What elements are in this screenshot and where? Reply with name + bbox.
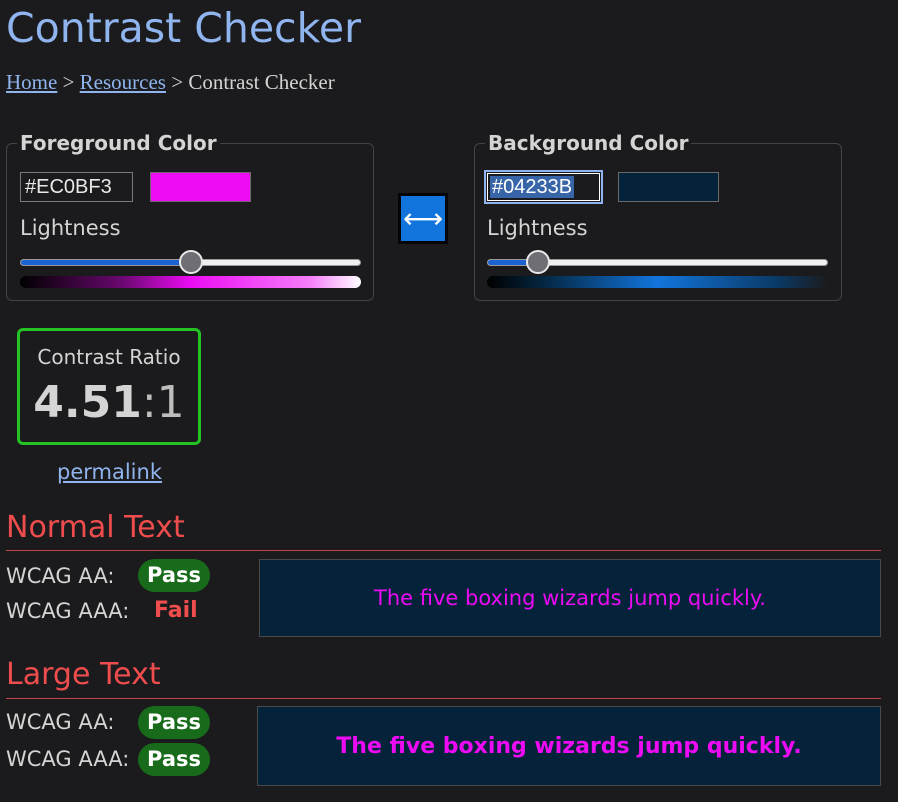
large-aaa-status-badge: Pass bbox=[138, 743, 210, 776]
large-aaa-label: WCAG AAA: bbox=[6, 747, 130, 771]
page-title: Contrast Checker bbox=[6, 4, 361, 52]
foreground-slider-fill bbox=[21, 260, 192, 265]
contrast-ratio-suffix: :1 bbox=[141, 377, 185, 428]
swap-colors-button[interactable]: ⟷ bbox=[398, 193, 448, 244]
normal-aa-status-badge: Pass bbox=[138, 559, 210, 592]
permalink-link[interactable]: permalink bbox=[57, 460, 162, 484]
swap-arrows-icon: ⟷ bbox=[402, 202, 444, 235]
normal-aaa-label: WCAG AAA: bbox=[6, 599, 130, 623]
normal-aaa-status-badge: Fail bbox=[154, 598, 198, 623]
breadcrumb-resources-link[interactable]: Resources bbox=[80, 70, 166, 94]
breadcrumb-separator: > bbox=[171, 70, 184, 94]
normal-text-heading: Normal Text bbox=[6, 510, 185, 545]
foreground-hex-input[interactable]: #EC0BF3 bbox=[20, 172, 133, 202]
foreground-lightness-gradient bbox=[20, 276, 361, 288]
large-text-sample: The five boxing wizards jump quickly. bbox=[336, 733, 802, 759]
background-hex-value: #04233B bbox=[490, 176, 575, 198]
breadcrumb-home-link[interactable]: Home bbox=[6, 70, 57, 94]
breadcrumb-separator: > bbox=[62, 70, 75, 94]
large-text-divider bbox=[6, 698, 881, 699]
breadcrumb-current: Contrast Checker bbox=[188, 70, 335, 94]
contrast-ratio-label: Contrast Ratio bbox=[37, 345, 181, 369]
normal-aa-label: WCAG AA: bbox=[6, 564, 115, 588]
normal-text-divider bbox=[6, 550, 881, 551]
foreground-hex-value: #EC0BF3 bbox=[25, 176, 112, 198]
background-lightness-label: Lightness bbox=[487, 216, 588, 240]
large-text-heading: Large Text bbox=[6, 657, 161, 692]
foreground-lightness-label: Lightness bbox=[20, 216, 121, 240]
background-legend: Background Color bbox=[488, 131, 689, 155]
foreground-color-swatch[interactable] bbox=[150, 172, 251, 202]
contrast-ratio-value: 4.51:1 bbox=[20, 377, 198, 428]
background-hex-input[interactable]: #04233B bbox=[484, 170, 603, 204]
large-aa-status-badge: Pass bbox=[138, 706, 210, 739]
normal-text-sample: The five boxing wizards jump quickly. bbox=[374, 586, 766, 610]
contrast-ratio-number: 4.51 bbox=[33, 377, 142, 428]
normal-text-preview: The five boxing wizards jump quickly. bbox=[259, 559, 881, 637]
foreground-slider-thumb[interactable] bbox=[178, 250, 203, 274]
background-lightness-gradient bbox=[487, 276, 828, 288]
contrast-ratio-box: Contrast Ratio 4.51:1 bbox=[17, 328, 201, 445]
background-color-swatch[interactable] bbox=[618, 172, 719, 202]
foreground-legend: Foreground Color bbox=[20, 131, 217, 155]
background-slider-thumb[interactable] bbox=[526, 250, 551, 274]
breadcrumb: Home > Resources > Contrast Checker bbox=[6, 70, 335, 95]
large-aa-label: WCAG AA: bbox=[6, 710, 115, 734]
large-text-preview: The five boxing wizards jump quickly. bbox=[257, 706, 881, 786]
